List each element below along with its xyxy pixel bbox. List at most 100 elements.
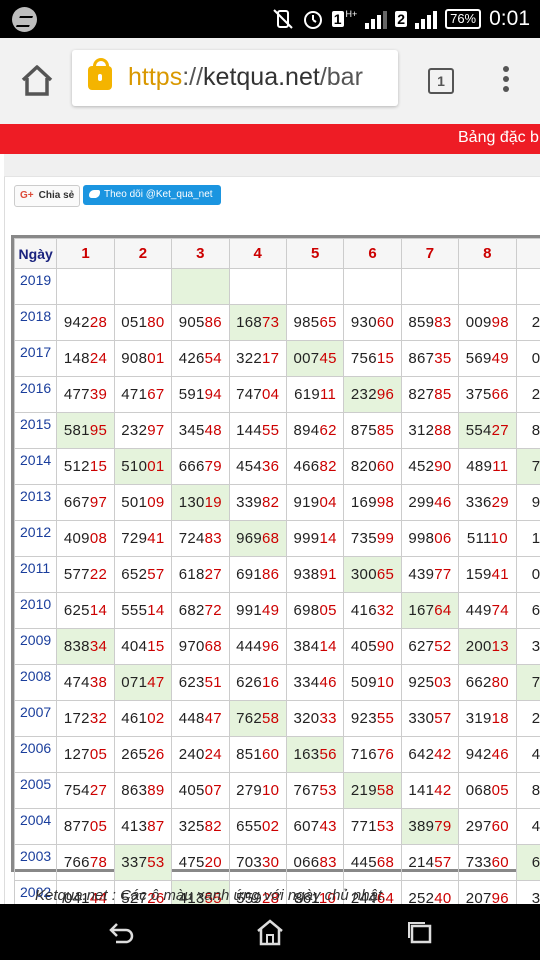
result-last-two-digits: 57: [147, 566, 165, 583]
result-cell: 65502: [228, 808, 287, 845]
result-prefix: 969: [236, 530, 263, 547]
twitter-follow-button[interactable]: Theo dõi @Ket_qua_net: [83, 185, 221, 205]
result-cell: 51001: [113, 448, 173, 485]
result-cell: 66797: [56, 484, 115, 521]
year-label: 2010: [13, 592, 58, 629]
result-cell: 76753: [285, 772, 345, 809]
result-cell: 14824: [56, 340, 115, 377]
result-prefix: 925: [408, 674, 435, 691]
year-label: 2011: [13, 556, 58, 593]
result-prefix: 320: [293, 710, 320, 727]
result-cell: 87705: [56, 808, 115, 845]
overflow-menu-icon[interactable]: [500, 66, 512, 96]
home-icon[interactable]: [20, 64, 54, 98]
result-cell: 73360: [458, 844, 517, 881]
result-last-two-digits: 83: [204, 530, 222, 547]
result-cell: 26526: [113, 736, 173, 773]
nav-home-icon[interactable]: [255, 918, 285, 946]
recents-icon[interactable]: [405, 918, 435, 946]
result-prefix: 991: [236, 602, 263, 619]
result-prefix: 439: [408, 566, 435, 583]
table-row: 2016 47739 47167 59194 74704 61911 23296 82785 3…: [13, 376, 540, 413]
result-cell: 66679: [171, 448, 230, 485]
result-prefix: 733: [465, 854, 492, 871]
result-cell: 24024: [171, 736, 230, 773]
system-nav-bar: [0, 904, 540, 960]
table-row: 2015 58195 23297 34548 14455 89462 87585 31288 5…: [13, 412, 540, 449]
result-prefix: 942: [465, 746, 492, 763]
result-last-two-digits: 60: [491, 854, 509, 871]
result-last-two-digits: 39: [89, 386, 108, 403]
result-cell: [56, 268, 115, 305]
result-cell: 96968: [228, 520, 287, 557]
result-cell: 45436: [228, 448, 287, 485]
table-row: 2011 57722 65257 61827 69186 93891 30065 43977 1…: [13, 556, 540, 593]
back-icon[interactable]: [106, 918, 136, 946]
day-column-header: 1: [56, 238, 115, 269]
day-column-header: 5: [285, 238, 345, 269]
result-prefix: 384: [293, 638, 320, 655]
result-prefix: 838: [63, 638, 90, 655]
result-cell: 75615: [343, 340, 402, 377]
result-last-two-digits: 56: [319, 746, 337, 763]
result-last-two-digits: 03: [434, 674, 452, 691]
tab-switcher-icon[interactable]: 1: [428, 68, 454, 94]
result-cell: 40507: [171, 772, 230, 809]
result-cell: 92503: [400, 664, 460, 701]
result-cell: 38979: [400, 808, 460, 845]
table-row: 2019: [13, 268, 540, 305]
result-cell: 64242: [400, 736, 460, 773]
result-last-two-digits: 87: [147, 818, 165, 835]
result-cell: 92355: [343, 700, 402, 737]
result-prefix: 279: [236, 782, 263, 799]
result-cell: 21457: [400, 844, 460, 881]
result-last-two-digits: 53: [147, 854, 165, 871]
url-scheme: https: [128, 63, 183, 91]
url-text[interactable]: https://ketqua.net/bar: [128, 63, 363, 92]
result-prefix: 337: [121, 854, 148, 871]
result-last-two-digits: 14: [319, 530, 337, 547]
result-prefix: 319: [465, 710, 492, 727]
result-last-two-digits: 11: [492, 458, 509, 475]
result-last-two-digits: 55: [376, 710, 395, 727]
result-last-two-digits: 04: [262, 386, 280, 403]
result-prefix: 474: [63, 674, 90, 691]
result-cell: 246: [515, 700, 540, 737]
result-cell: 30065: [343, 556, 402, 593]
year-label: 2009: [13, 628, 58, 665]
result-cell: 70330: [228, 844, 287, 881]
google-plus-share-button[interactable]: G+ Chia sẻ: [14, 185, 81, 207]
result-prefix: 569: [465, 350, 492, 367]
result-prefix: 591: [178, 386, 205, 403]
year-label: 2007: [13, 700, 58, 737]
year-label: 2017: [13, 340, 58, 377]
result-prefix: 626: [236, 674, 263, 691]
result-cell: 002: [515, 340, 540, 377]
result-prefix: 130: [178, 494, 205, 511]
result-cell: 94246: [458, 736, 517, 773]
result-last-two-digits: 10: [262, 782, 280, 799]
result-last-two-digits: 01: [147, 458, 165, 475]
result-prefix: 511: [466, 530, 491, 547]
result-prefix: 666: [178, 458, 205, 475]
result-prefix: 168: [236, 314, 263, 331]
result-prefix: 325: [178, 818, 205, 835]
result-prefix: 336: [465, 494, 492, 511]
result-prefix: 051: [121, 314, 148, 331]
result-prefix: 461: [121, 710, 148, 727]
network-type: H+: [345, 9, 358, 19]
day-column-header: 6: [343, 238, 402, 269]
result-prefix: 169: [350, 494, 377, 511]
year-label: 2012: [13, 520, 58, 557]
result-prefix: 471: [121, 386, 148, 403]
browser-toolbar: https://ketqua.net/bar 1: [0, 38, 540, 125]
result-last-two-digits: 02: [147, 710, 165, 727]
year-label: 2008: [13, 664, 58, 701]
result-last-two-digits: 27: [89, 782, 108, 799]
result-cell: 978: [515, 484, 540, 521]
result-last-two-digits: 41: [147, 530, 165, 547]
result-last-two-digits: 46: [319, 674, 337, 691]
address-bar[interactable]: https://ketqua.net/bar: [72, 50, 398, 106]
result-prefix: 448: [178, 710, 205, 727]
result-cell: 160: [515, 520, 540, 557]
